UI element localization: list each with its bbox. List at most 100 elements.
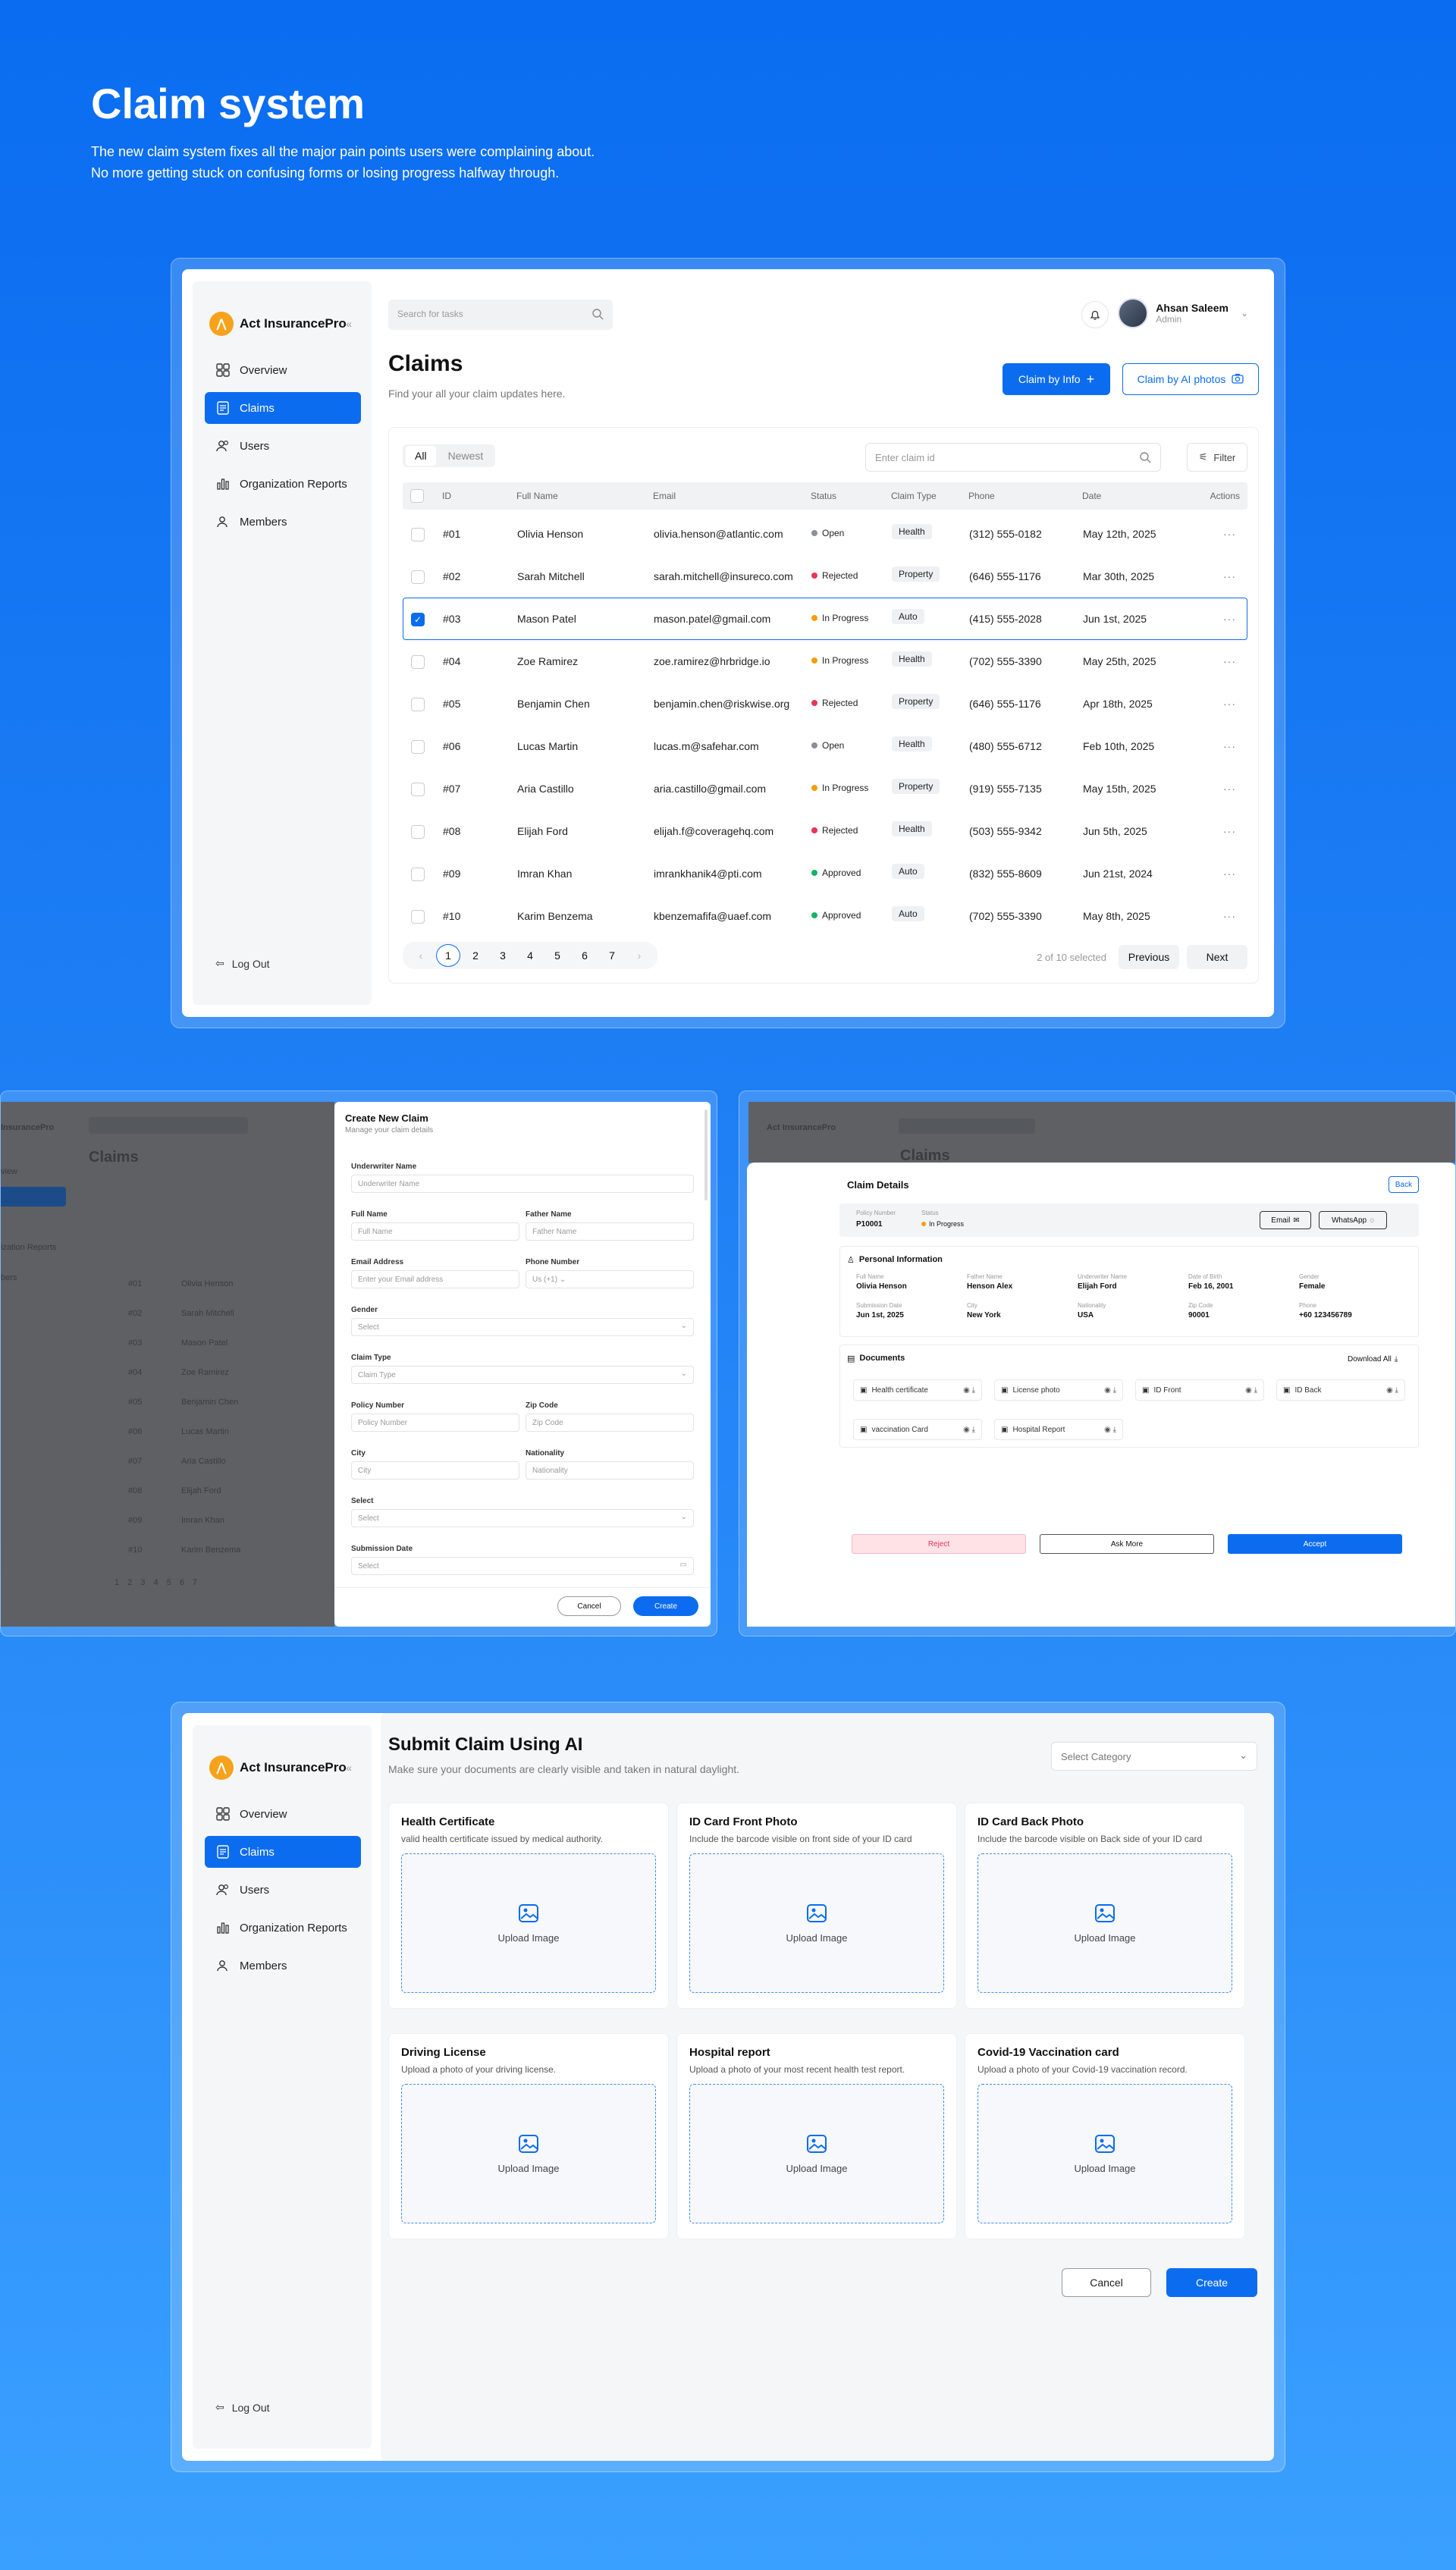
page-number[interactable]: 2 [463, 944, 488, 967]
row-checkbox[interactable] [411, 528, 425, 541]
claim-by-ai-button[interactable]: Claim by AI photos [1122, 363, 1259, 395]
table-row[interactable]: #02 Sarah Mitchell sarah.mitchell@insureco… [403, 555, 1247, 598]
row-checkbox[interactable] [411, 910, 425, 924]
sidebar-item-organization-reports[interactable]: Organization Reports [205, 1912, 361, 1944]
more-actions-icon[interactable]: ··· [1223, 825, 1236, 837]
sidebar-item-overview[interactable]: Overview [205, 1798, 361, 1830]
page-number[interactable]: 1 [436, 944, 460, 967]
phone-field[interactable]: Us (+1) ⌄ [526, 1270, 694, 1288]
page-number[interactable]: 3 [491, 944, 515, 967]
document-item[interactable]: ▣ License photo ◉ ⤓ [994, 1379, 1123, 1401]
brand[interactable]: ⋀ Act InsurancePro [209, 1756, 347, 1780]
sidebar-item-members[interactable]: Members [205, 506, 361, 538]
document-item[interactable]: ▣ vaccination Card ◉ ⤓ [853, 1419, 982, 1440]
table-row[interactable]: #05 Benjamin Chen benjamin.chen@riskwise.o… [403, 683, 1247, 725]
table-row[interactable]: #08 Elijah Ford elijah.f@coveragehq.com Rej… [403, 810, 1247, 852]
create-button[interactable]: Create [633, 1596, 698, 1616]
father-name-input[interactable]: Father Name [526, 1222, 694, 1241]
cancel-button[interactable]: Cancel [557, 1596, 621, 1616]
accept-button[interactable]: Accept [1228, 1534, 1402, 1554]
collapse-sidebar-icon[interactable]: « [346, 1762, 352, 1774]
sidebar-item-users[interactable]: Users [205, 1874, 361, 1906]
document-item[interactable]: ▣ ID Back ◉ ⤓ [1276, 1379, 1405, 1401]
row-checkbox[interactable] [411, 655, 425, 669]
more-actions-icon[interactable]: ··· [1223, 783, 1236, 795]
more-actions-icon[interactable]: ··· [1223, 528, 1236, 540]
page-number[interactable]: 4 [518, 944, 542, 967]
more-actions-icon[interactable]: ··· [1223, 910, 1236, 922]
back-button[interactable]: Back [1389, 1176, 1419, 1193]
collapse-sidebar-icon[interactable]: « [346, 318, 352, 330]
sidebar-item-claims[interactable]: Claims [205, 392, 361, 424]
search-input[interactable]: Search for tasks [388, 300, 613, 330]
upload-dropzone[interactable]: Upload Image [977, 2084, 1232, 2223]
reject-button[interactable]: Reject [852, 1534, 1026, 1554]
select-all-checkbox[interactable] [410, 489, 424, 503]
sidebar-item-organization-reports[interactable]: Organization Reports [205, 468, 361, 500]
logout-button[interactable]: ⇦ Log Out [215, 957, 270, 970]
row-checkbox[interactable]: ✓ [411, 613, 425, 626]
zip-input[interactable]: Zip Code [526, 1414, 694, 1432]
upload-dropzone[interactable]: Upload Image [689, 1853, 944, 1993]
claim-type-select[interactable]: Claim Type ⌄ [351, 1366, 694, 1384]
table-row[interactable]: #09 Imran Khan imrankhanik4@pti.com Approve… [403, 852, 1247, 895]
download-all-button[interactable]: Download All ⤓ [1348, 1355, 1398, 1363]
category-select[interactable]: Select Category ⌄ [1051, 1742, 1257, 1771]
brand[interactable]: ⋀ Act InsurancePro [209, 312, 347, 336]
row-checkbox[interactable] [411, 825, 425, 839]
table-row[interactable]: #07 Aria Castillo aria.castillo@gmail.com I… [403, 767, 1247, 810]
email-button[interactable]: Email ✉ [1260, 1211, 1311, 1229]
email-field[interactable]: Enter your Email address [351, 1270, 519, 1288]
document-item[interactable]: ▣ Hospital Report ◉ ⤓ [994, 1419, 1123, 1440]
notification-bell-icon[interactable] [1081, 301, 1109, 328]
more-actions-icon[interactable]: ··· [1223, 613, 1236, 625]
row-checkbox[interactable] [411, 868, 425, 881]
chevron-left-icon[interactable]: ‹ [409, 944, 433, 967]
user-menu[interactable]: Ahsan Saleem Admin ⌄ [1118, 298, 1248, 328]
more-actions-icon[interactable]: ··· [1223, 570, 1236, 582]
city-input[interactable]: City [351, 1461, 519, 1480]
page-number[interactable]: 5 [545, 944, 570, 967]
submission-date-input[interactable]: Select ▭ [351, 1557, 694, 1575]
underwriter-input[interactable]: Underwriter Name [351, 1175, 694, 1193]
document-item[interactable]: ▣ Health certificate ◉ ⤓ [853, 1379, 982, 1401]
table-row[interactable]: #06 Lucas Martin lucas.m@safehar.com Open He… [403, 725, 1247, 767]
tab-newest[interactable]: Newest [439, 446, 493, 466]
claim-by-info-button[interactable]: Claim by Info + [1003, 363, 1110, 395]
upload-dropzone[interactable]: Upload Image [689, 2084, 944, 2223]
chevron-right-icon[interactable]: › [627, 944, 651, 967]
sidebar-item-members[interactable]: Members [205, 1950, 361, 1982]
page-number[interactable]: 6 [573, 944, 597, 967]
filter-button[interactable]: ⚟ Filter [1187, 443, 1247, 472]
whatsapp-button[interactable]: WhatsApp ◌ [1319, 1211, 1387, 1229]
full-name-input[interactable]: Full Name [351, 1222, 519, 1241]
upload-dropzone[interactable]: Upload Image [977, 1853, 1232, 1993]
previous-button[interactable]: Previous [1119, 945, 1179, 969]
page-number[interactable]: 7 [600, 944, 624, 967]
row-checkbox[interactable] [411, 783, 425, 796]
ask-more-button[interactable]: Ask More [1040, 1534, 1214, 1554]
policy-input[interactable]: Policy Number [351, 1414, 519, 1432]
sidebar-item-overview[interactable]: Overview [205, 354, 361, 386]
row-checkbox[interactable] [411, 570, 425, 584]
table-row[interactable]: ✓ #03 Mason Patel mason.patel@gmail.com In P… [403, 598, 1247, 640]
logout-button[interactable]: ⇦ Log Out [215, 2401, 270, 2414]
nationality-input[interactable]: Nationality [526, 1461, 694, 1480]
sidebar-item-users[interactable]: Users [205, 430, 361, 462]
upload-dropzone[interactable]: Upload Image [401, 1853, 656, 1993]
claim-id-input[interactable]: Enter claim id [865, 443, 1161, 472]
document-item[interactable]: ▣ ID Front ◉ ⤓ [1135, 1379, 1264, 1401]
modal-scrollbar[interactable] [704, 1109, 708, 1200]
row-checkbox[interactable] [411, 740, 425, 754]
more-actions-icon[interactable]: ··· [1223, 698, 1236, 710]
phone-code[interactable]: Us (+1) [532, 1276, 557, 1284]
generic-select[interactable]: Select ⌄ [351, 1509, 694, 1527]
tab-all[interactable]: All [406, 446, 436, 466]
row-checkbox[interactable] [411, 698, 425, 711]
create-button[interactable]: Create [1166, 2268, 1257, 2297]
gender-select[interactable]: Select ⌄ [351, 1318, 694, 1336]
table-row[interactable]: #04 Zoe Ramirez zoe.ramirez@hrbridge.io In … [403, 640, 1247, 683]
more-actions-icon[interactable]: ··· [1223, 868, 1236, 880]
more-actions-icon[interactable]: ··· [1223, 655, 1236, 667]
table-row[interactable]: #01 Olivia Henson olivia.henson@atlantic.c… [403, 513, 1247, 555]
